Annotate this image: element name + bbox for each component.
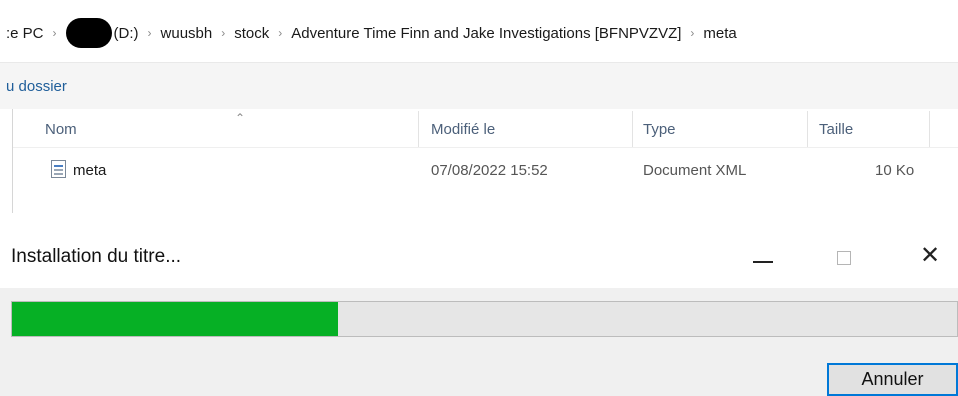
progress-fill: [12, 302, 339, 336]
column-divider[interactable]: [632, 111, 633, 147]
breadcrumb-meta[interactable]: meta: [703, 25, 736, 42]
chevron-right-icon: ›: [690, 26, 695, 40]
close-button[interactable]: ✕: [908, 214, 954, 288]
column-divider[interactable]: [418, 111, 419, 147]
file-list: Nom ⌃ Modifié le Type Taille meta 07/08/…: [0, 109, 958, 213]
explorer-toolbar: u dossier: [0, 63, 958, 109]
new-folder-link[interactable]: u dossier: [6, 78, 67, 95]
breadcrumb-drive-d[interactable]: (D:): [114, 25, 139, 42]
install-progress-dialog: Installation du titre... ✕ Annuler: [0, 214, 958, 396]
maximize-button[interactable]: [822, 214, 868, 288]
redaction-mark: [65, 18, 112, 48]
file-size: 10 Ko: [875, 162, 915, 179]
close-icon: ✕: [920, 241, 941, 269]
maximize-icon: [837, 251, 851, 265]
column-name-header[interactable]: Nom: [45, 121, 77, 138]
breadcrumb-this-pc[interactable]: :e PC: [6, 25, 44, 42]
chevron-right-icon: ›: [278, 26, 283, 40]
column-type-header[interactable]: Type: [643, 121, 676, 138]
breadcrumb-game-folder[interactable]: Adventure Time Finn and Jake Investigati…: [291, 25, 681, 42]
sort-ascending-icon: ⌃: [235, 111, 246, 125]
minimize-icon: [753, 261, 773, 263]
file-row[interactable]: meta 07/08/2022 15:52 Document XML 10 Ko: [13, 157, 958, 185]
column-divider[interactable]: [807, 111, 808, 147]
xml-file-icon: [51, 160, 66, 178]
column-divider[interactable]: [929, 111, 930, 147]
column-modified-header[interactable]: Modifié le: [431, 121, 495, 138]
breadcrumb-stock[interactable]: stock: [234, 25, 269, 42]
cancel-button[interactable]: Annuler: [827, 363, 958, 396]
progress-bar: [11, 301, 958, 337]
breadcrumb: :e PC › (D:) › wuusbh › stock › Adventur…: [6, 18, 737, 48]
chevron-right-icon: ›: [221, 26, 226, 40]
address-bar[interactable]: :e PC › (D:) › wuusbh › stock › Adventur…: [0, 0, 958, 63]
breadcrumb-wuusbh[interactable]: wuusbh: [161, 25, 213, 42]
file-modified: 07/08/2022 15:52: [431, 162, 548, 179]
minimize-button[interactable]: [740, 214, 786, 288]
file-type: Document XML: [643, 162, 747, 179]
dialog-titlebar[interactable]: Installation du titre... ✕: [0, 214, 958, 288]
chevron-right-icon: ›: [52, 26, 57, 40]
column-size-header[interactable]: Taille: [819, 121, 853, 138]
dialog-title: Installation du titre...: [11, 246, 182, 267]
chevron-right-icon: ›: [147, 26, 152, 40]
column-header: Nom ⌃ Modifié le Type Taille: [13, 111, 958, 148]
file-name: meta: [73, 162, 107, 179]
